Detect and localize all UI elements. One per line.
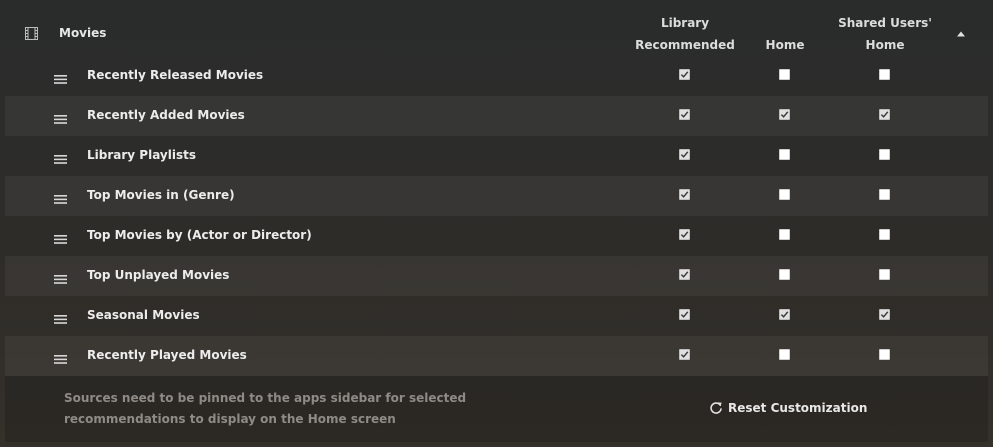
shared-users-home-checkbox[interactable] bbox=[879, 69, 890, 80]
column-header-line: Home bbox=[765, 38, 805, 52]
drag-handle-icon[interactable] bbox=[54, 190, 68, 204]
reset-customization-label: Reset Customization bbox=[728, 401, 868, 415]
column-header-home: Home bbox=[745, 34, 825, 56]
recommendation-label: Seasonal Movies bbox=[87, 308, 200, 322]
library-recommended-checkbox[interactable] bbox=[679, 349, 690, 360]
footer-bar: Sources need to be pinned to the apps si… bbox=[5, 376, 988, 442]
refresh-icon bbox=[710, 402, 722, 414]
home-checkbox[interactable] bbox=[779, 109, 790, 120]
home-checkbox[interactable] bbox=[779, 229, 790, 240]
section-header: Movies Library Recommended Home Shared U… bbox=[5, 0, 988, 56]
shared-users-home-checkbox[interactable] bbox=[879, 269, 890, 280]
home-checkbox[interactable] bbox=[779, 69, 790, 80]
recommendation-label: Top Unplayed Movies bbox=[87, 268, 230, 282]
drag-handle-icon[interactable] bbox=[54, 310, 68, 324]
home-checkbox[interactable] bbox=[779, 309, 790, 320]
recommendation-label: Recently Played Movies bbox=[87, 348, 247, 362]
recommendation-label: Recently Added Movies bbox=[87, 108, 245, 122]
home-checkbox[interactable] bbox=[779, 149, 790, 160]
section-title: Movies bbox=[59, 26, 107, 40]
list-item: Top Unplayed Movies bbox=[5, 256, 988, 296]
column-header-line: Library bbox=[660, 16, 710, 30]
shared-users-home-checkbox[interactable] bbox=[879, 229, 890, 240]
home-checkbox[interactable] bbox=[779, 189, 790, 200]
library-recommended-checkbox[interactable] bbox=[679, 69, 690, 80]
shared-users-home-checkbox[interactable] bbox=[879, 189, 890, 200]
home-checkbox[interactable] bbox=[779, 269, 790, 280]
library-recommended-checkbox[interactable] bbox=[679, 149, 690, 160]
list-item: Top Movies in (Genre) bbox=[5, 176, 988, 216]
drag-handle-icon[interactable] bbox=[54, 230, 68, 244]
recommendation-label: Library Playlists bbox=[87, 148, 196, 162]
list-item: Library Playlists bbox=[5, 136, 988, 176]
movies-recommendations-panel: Movies Library Recommended Home Shared U… bbox=[5, 0, 988, 447]
list-item: Recently Released Movies bbox=[5, 56, 988, 96]
library-recommended-checkbox[interactable] bbox=[679, 189, 690, 200]
recommendation-label: Top Movies in (Genre) bbox=[87, 188, 235, 202]
drag-handle-icon[interactable] bbox=[54, 270, 68, 284]
film-icon bbox=[25, 27, 38, 40]
recommendation-label: Top Movies by (Actor or Director) bbox=[87, 228, 312, 242]
shared-users-home-checkbox[interactable] bbox=[879, 349, 890, 360]
list-item: Seasonal Movies bbox=[5, 296, 988, 336]
drag-handle-icon[interactable] bbox=[54, 70, 68, 84]
footer-note: Sources need to be pinned to the apps si… bbox=[64, 391, 467, 426]
column-header-shared-users-home: Shared Users' Home bbox=[825, 12, 945, 56]
caret-up-icon[interactable] bbox=[956, 30, 966, 38]
column-header-library-recommended: Library Recommended bbox=[625, 12, 745, 56]
list-item: Recently Added Movies bbox=[5, 96, 988, 136]
recommendation-label: Recently Released Movies bbox=[87, 68, 264, 82]
library-recommended-checkbox[interactable] bbox=[679, 309, 690, 320]
reset-customization-button[interactable]: Reset Customization bbox=[709, 398, 867, 418]
column-header-line: Shared Users' bbox=[838, 16, 932, 30]
shared-users-home-checkbox[interactable] bbox=[879, 309, 890, 320]
column-header-line: Recommended bbox=[635, 38, 735, 52]
shared-users-home-checkbox[interactable] bbox=[879, 149, 890, 160]
column-header-line: Home bbox=[865, 38, 905, 52]
library-recommended-checkbox[interactable] bbox=[679, 229, 690, 240]
library-recommended-checkbox[interactable] bbox=[679, 109, 690, 120]
list-item: Top Movies by (Actor or Director) bbox=[5, 216, 988, 256]
recommendation-list: Recently Released Movies Recently Added M… bbox=[5, 56, 988, 376]
drag-handle-icon[interactable] bbox=[54, 150, 68, 164]
list-item: Recently Played Movies bbox=[5, 336, 988, 376]
home-checkbox[interactable] bbox=[779, 349, 790, 360]
shared-users-home-checkbox[interactable] bbox=[879, 109, 890, 120]
library-recommended-checkbox[interactable] bbox=[679, 269, 690, 280]
drag-handle-icon[interactable] bbox=[54, 110, 68, 124]
drag-handle-icon[interactable] bbox=[54, 350, 68, 364]
